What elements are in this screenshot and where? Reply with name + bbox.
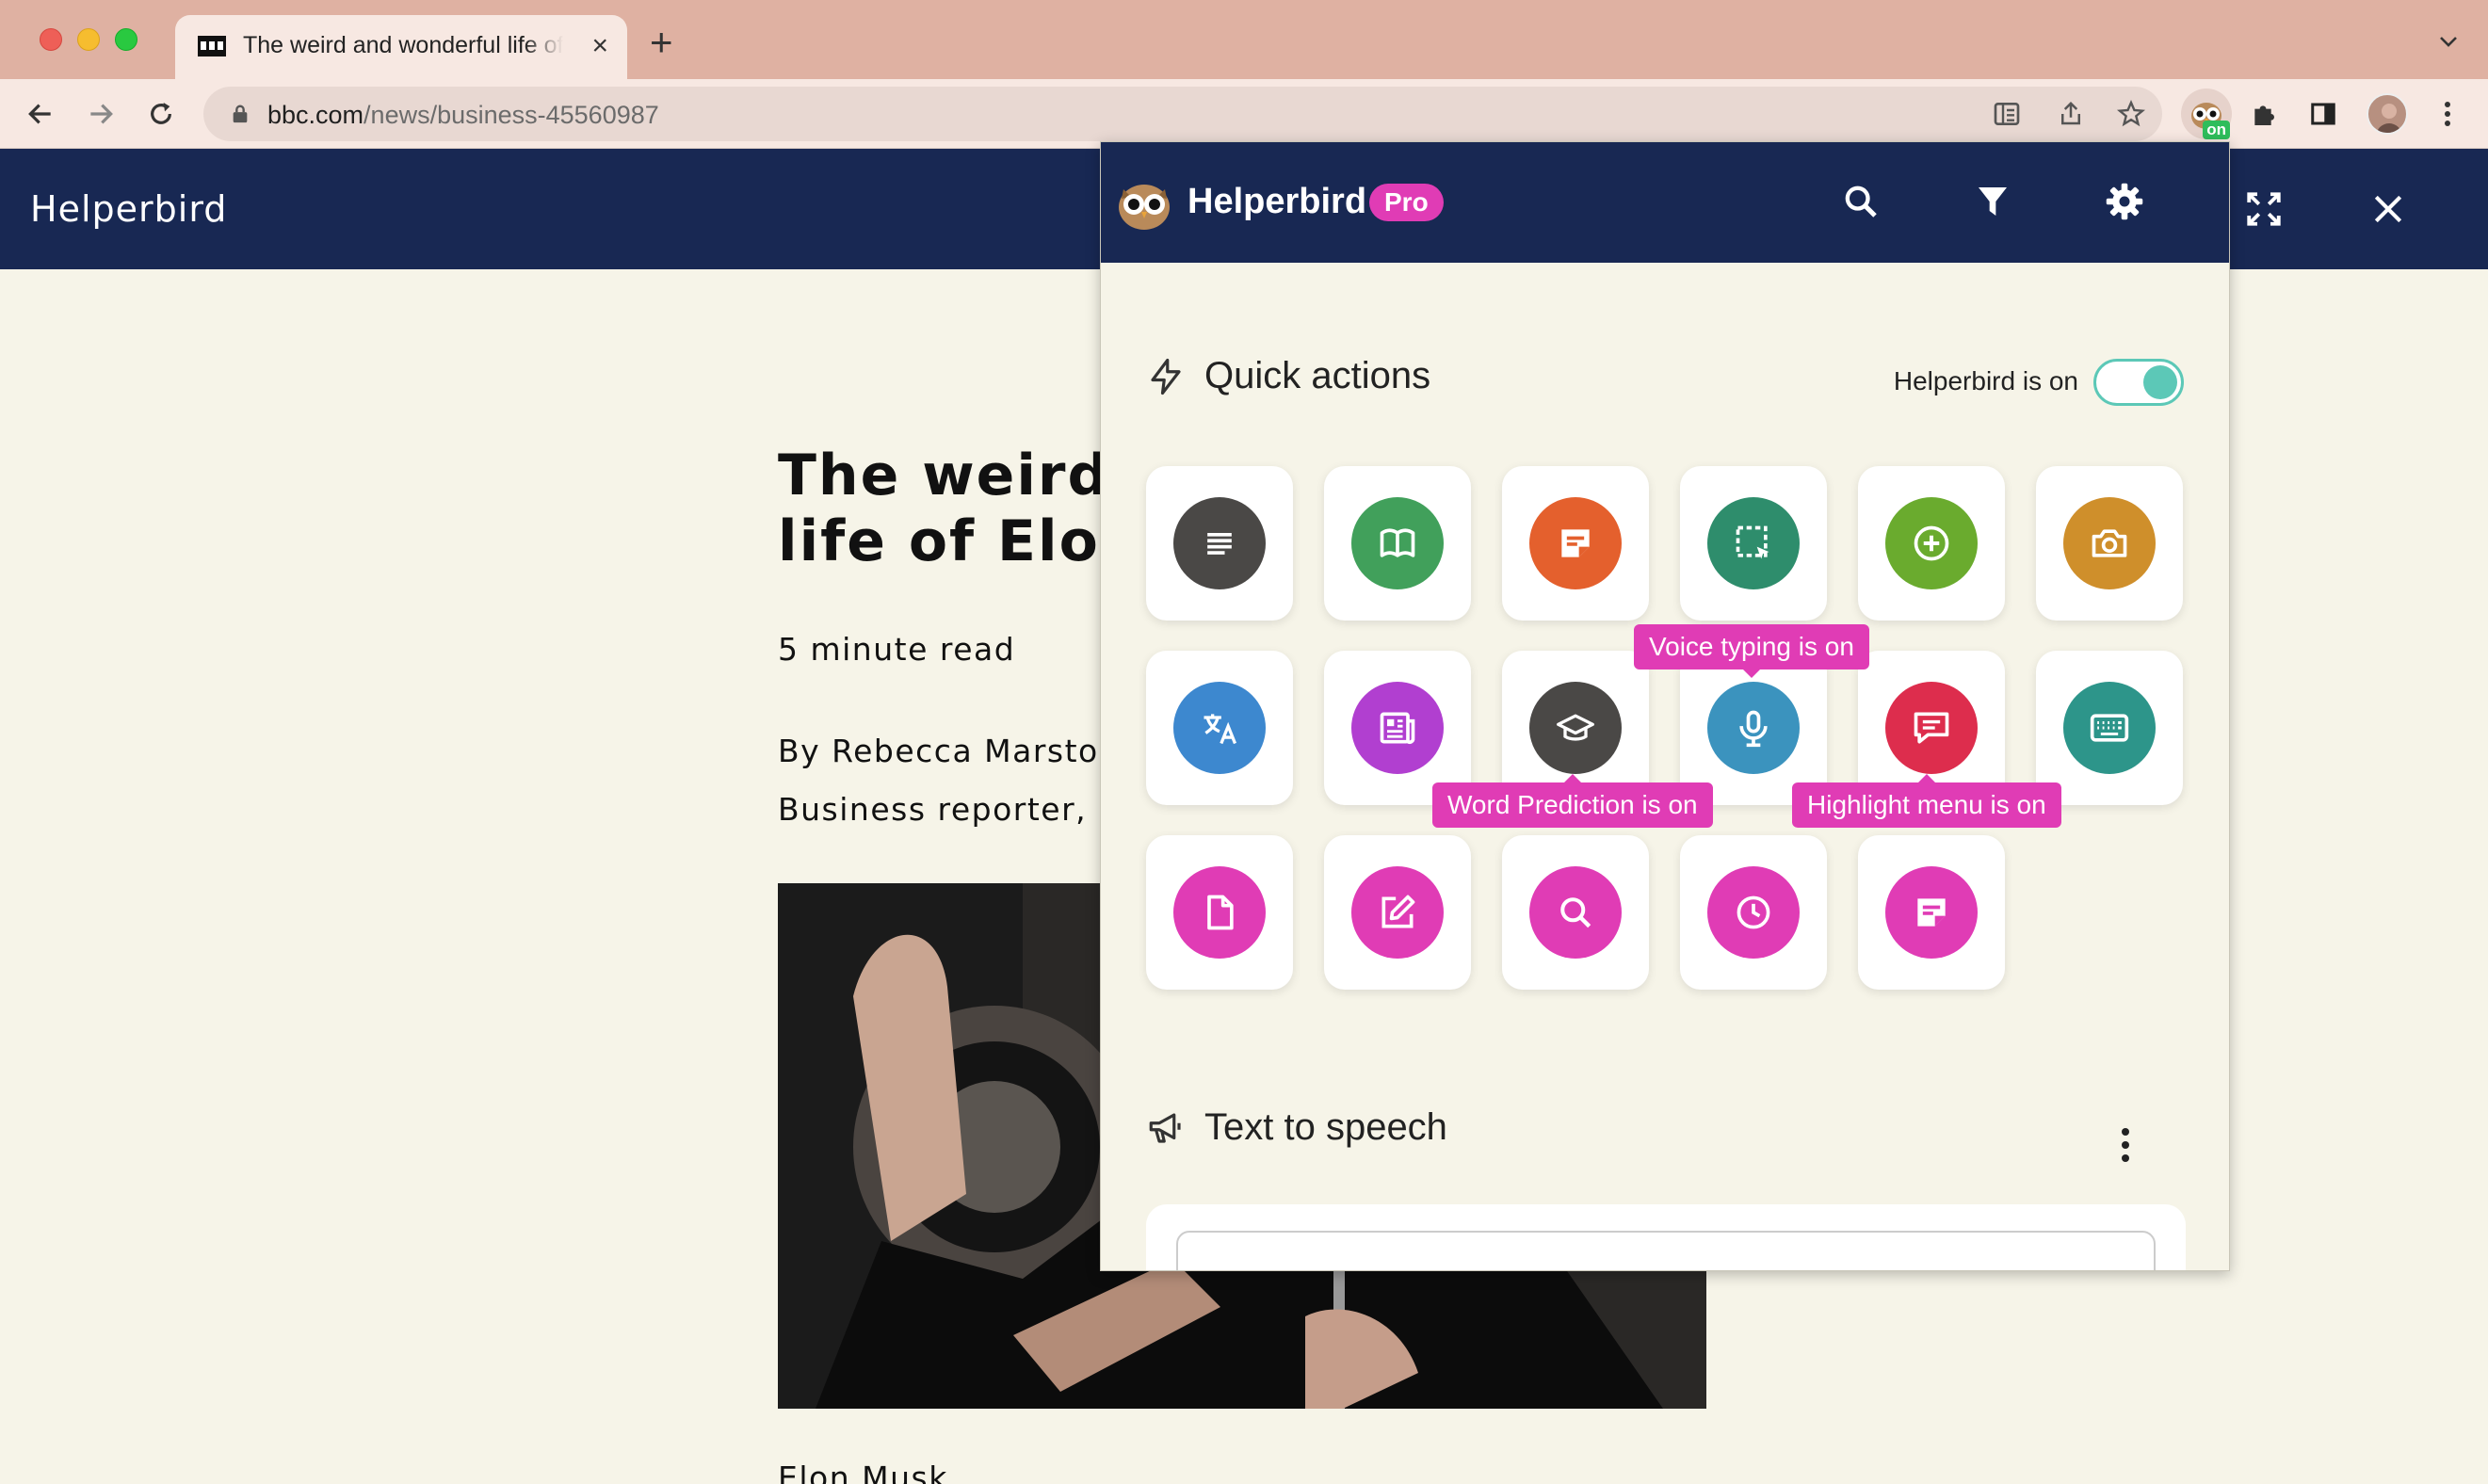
action-card-dictionary[interactable] [1324, 466, 1471, 621]
maximize-window-button[interactable] [115, 28, 137, 51]
article-byline: By Rebecca Marston [778, 733, 1121, 769]
filter-icon[interactable] [1969, 178, 2016, 225]
site-title: Helperbird [30, 188, 228, 230]
sticky-note-icon [1529, 497, 1622, 589]
sticky-note-icon [1885, 866, 1978, 959]
highlight-menu-tooltip: Highlight menu is on [1792, 774, 2061, 828]
minimize-window-button[interactable] [77, 28, 100, 51]
camera-icon [2063, 497, 2156, 589]
helperbird-panel: Helperbird Pro Quick actions Helperbird … [1100, 141, 2230, 1271]
lines-icon [1173, 497, 1266, 589]
profile-avatar[interactable] [2362, 89, 2413, 139]
action-card-notes[interactable] [1502, 466, 1649, 621]
megaphone-icon [1149, 1112, 1181, 1143]
plus-circle-icon [1885, 497, 1978, 589]
extension-on-badge: on [2203, 121, 2230, 139]
edit-icon [1351, 866, 1444, 959]
search-icon[interactable] [1837, 178, 1884, 225]
comment-icon [1885, 682, 1978, 774]
clock-icon [1707, 866, 1800, 959]
read-time: 5 minute read [778, 631, 1016, 668]
side-panel-icon[interactable] [2298, 89, 2349, 139]
translate-icon [1173, 682, 1266, 774]
bbc-favicon-icon [198, 36, 226, 56]
panel-header: Helperbird Pro [1101, 142, 2229, 263]
forward-arrow-icon[interactable] [81, 94, 121, 134]
action-card-screen-selection[interactable] [1680, 466, 1827, 621]
close-icon[interactable] [2366, 186, 2411, 232]
gear-icon[interactable] [2101, 178, 2148, 225]
bookmark-star-icon[interactable] [2115, 98, 2147, 130]
action-card-translate[interactable] [1146, 651, 1293, 805]
action-card-add[interactable] [1858, 466, 2005, 621]
tab-strip: The weird and wonderful life of Elon Mus… [0, 0, 2488, 79]
helperbird-toggle[interactable] [2093, 359, 2184, 406]
selection-icon [1707, 497, 1800, 589]
extensions-puzzle-icon[interactable] [2239, 89, 2290, 139]
share-icon[interactable] [2055, 98, 2087, 130]
search-icon [1529, 866, 1622, 959]
helperbird-toggle-label: Helperbird is on [1893, 366, 2078, 395]
file-icon [1173, 866, 1266, 959]
microphone-icon [1707, 682, 1800, 774]
back-arrow-icon[interactable] [21, 94, 60, 134]
book-icon [1351, 497, 1444, 589]
close-window-button[interactable] [40, 28, 62, 51]
graduation-cap-icon [1529, 682, 1622, 774]
more-options-icon[interactable] [2107, 1121, 2144, 1169]
quick-actions-title: Quick actions [1204, 355, 1431, 396]
quick-actions-header: Quick actions [1146, 355, 1430, 397]
tts-text-input[interactable] [1176, 1231, 2156, 1270]
helperbird-logo-icon [1119, 185, 1170, 230]
new-tab-button[interactable]: + [650, 23, 673, 62]
lock-icon [233, 105, 248, 123]
action-card-edit[interactable] [1324, 835, 1471, 990]
url-text: bbc.com/news/business-45560987 [267, 101, 659, 129]
newspaper-icon [1351, 682, 1444, 774]
address-bar[interactable]: bbc.com/news/business-45560987 [203, 87, 2162, 141]
keyboard-icon [2063, 682, 2156, 774]
text-to-speech-title: Text to speech [1204, 1106, 1447, 1148]
pro-badge: Pro [1369, 184, 1444, 221]
action-card-history[interactable] [1680, 835, 1827, 990]
browser-toolbar: bbc.com/news/business-45560987 on [0, 79, 2488, 149]
action-card-screenshot[interactable] [2036, 466, 2183, 621]
chevron-down-icon[interactable] [2437, 30, 2460, 53]
lightning-icon [1151, 358, 1181, 395]
action-card-reading[interactable] [1146, 466, 1293, 621]
tab-close-icon[interactable]: × [591, 32, 608, 60]
reader-mode-icon[interactable] [1991, 98, 2023, 130]
tab-title: The weird and wonderful life of Elon Mus… [243, 32, 563, 58]
action-card-keyboard[interactable] [2036, 651, 2183, 805]
action-card-document[interactable] [1146, 835, 1293, 990]
text-to-speech-card [1146, 1204, 2186, 1270]
voice-typing-tooltip: Voice typing is on [1634, 624, 1869, 678]
fullscreen-icon[interactable] [2241, 186, 2286, 232]
text-to-speech-header: Text to speech [1146, 1106, 1447, 1149]
action-card-search[interactable] [1502, 835, 1649, 990]
action-card-sticky-notes[interactable] [1858, 835, 2005, 990]
helperbird-extension-button[interactable]: on [2181, 89, 2232, 139]
panel-brand: Helperbird [1187, 182, 1367, 221]
browser-menu-icon[interactable] [2422, 89, 2473, 139]
photo-caption: Elon Musk [778, 1460, 948, 1484]
reload-icon[interactable] [141, 94, 181, 134]
tab-active[interactable]: The weird and wonderful life of Elon Mus… [175, 15, 627, 79]
word-prediction-tooltip: Word Prediction is on [1432, 774, 1713, 828]
